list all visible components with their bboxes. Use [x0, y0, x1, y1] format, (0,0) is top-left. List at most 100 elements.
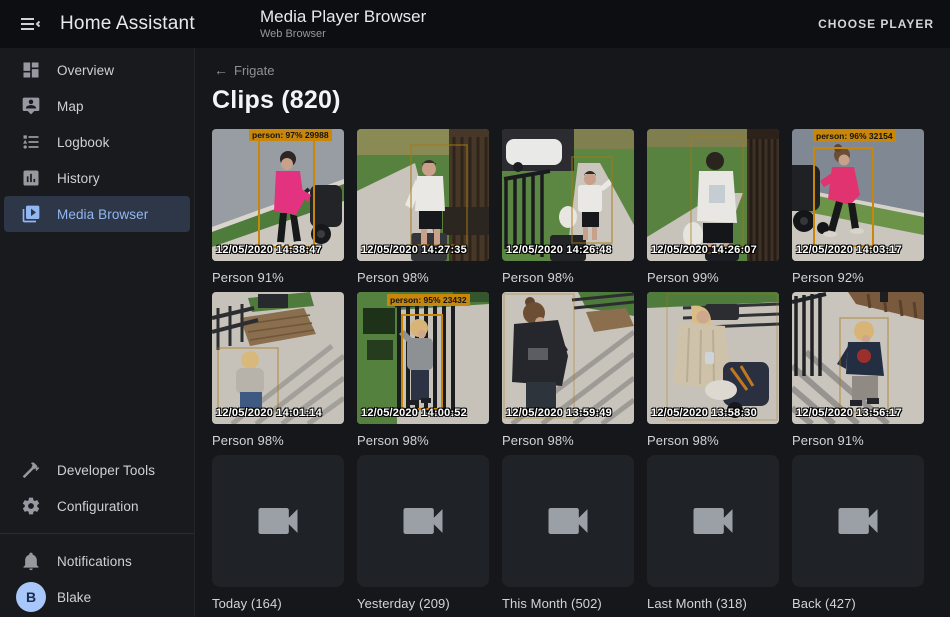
sidebar-divider [0, 533, 194, 534]
clip-timestamp: 12/05/2020 13:56:17 [796, 407, 902, 419]
clip-thumbnail: 12/05/2020 13:59:49 [502, 292, 634, 424]
clip-timestamp: 12/05/2020 14:27:35 [361, 244, 467, 256]
sidebar-item-logbook[interactable]: Logbook [4, 124, 190, 160]
sidebar-item-label: History [57, 171, 100, 186]
folder-thumbnail [792, 455, 924, 587]
clip-label: Person 98% [502, 433, 634, 448]
clip-label: Person 98% [357, 433, 489, 448]
clip-thumbnail-illustration [647, 129, 779, 261]
detection-label: person: 96% 32154 [813, 130, 896, 142]
videocam-icon [542, 495, 594, 547]
clip-card[interactable]: 12/05/2020 14:01:14 Person 98% [212, 292, 344, 448]
page-title: Clips (820) [212, 86, 950, 115]
sidebar-item-overview[interactable]: Overview [4, 52, 190, 88]
clip-label: Person 99% [647, 270, 779, 285]
folder-thumbnail [647, 455, 779, 587]
clip-card[interactable]: 12/05/2020 14:26:07 Person 99% [647, 129, 779, 285]
clip-label: Person 98% [357, 270, 489, 285]
clip-thumbnail-illustration [502, 129, 634, 261]
clips-grid: person: 97% 29988 12/05/2020 14:38:47 Pe… [212, 129, 924, 611]
folder-thumbnail [357, 455, 489, 587]
folder-label: This Month (502) [502, 596, 634, 611]
clip-thumbnail: 12/05/2020 14:27:35 [357, 129, 489, 261]
detection-box [813, 147, 874, 247]
clip-timestamp: 12/05/2020 14:26:48 [506, 244, 612, 256]
clip-thumbnail: 12/05/2020 13:56:17 [792, 292, 924, 424]
clip-card[interactable]: 12/05/2020 13:56:17 Person 91% [792, 292, 924, 448]
folder-thumbnail [502, 455, 634, 587]
clip-thumbnail-illustration [212, 292, 344, 424]
sidebar-item-label: Configuration [57, 499, 139, 514]
chart-box-icon [21, 168, 41, 188]
sidebar-item-notifications[interactable]: Notifications [4, 543, 190, 579]
folder-card-this-month[interactable]: This Month (502) [502, 455, 634, 611]
detection-box [401, 314, 443, 410]
folder-label: Back (427) [792, 596, 924, 611]
clip-card[interactable]: person: 97% 29988 12/05/2020 14:38:47 Pe… [212, 129, 344, 285]
clip-card[interactable]: 12/05/2020 13:59:49 Person 98% [502, 292, 634, 448]
folder-card-yesterday[interactable]: Yesterday (209) [357, 455, 489, 611]
detection-box [258, 136, 315, 248]
clip-timestamp: 12/05/2020 14:00:52 [361, 407, 467, 419]
sidebar-item-developer-tools[interactable]: Developer Tools [4, 452, 190, 488]
page-heading: Media Player Browser Web Browser [260, 6, 426, 41]
clip-thumbnail: 12/05/2020 14:26:48 [502, 129, 634, 261]
clip-card[interactable]: 12/05/2020 14:26:48 Person 98% [502, 129, 634, 285]
page-heading-title: Media Player Browser [260, 6, 426, 27]
list-bulleted-icon [21, 132, 41, 152]
hammer-icon [21, 460, 41, 480]
gear-icon [21, 496, 41, 516]
tooltip-account-icon [21, 96, 41, 116]
clip-card[interactable]: person: 95% 23432 12/05/2020 14:00:52 Pe… [357, 292, 489, 448]
folder-label: Today (164) [212, 596, 344, 611]
clip-timestamp: 12/05/2020 13:59:49 [506, 407, 612, 419]
clip-label: Person 98% [502, 270, 634, 285]
videocam-icon [397, 495, 449, 547]
clip-card[interactable]: 12/05/2020 13:58:30 Person 98% [647, 292, 779, 448]
clip-thumbnail: person: 95% 23432 12/05/2020 14:00:52 [357, 292, 489, 424]
clip-thumbnail: 12/05/2020 13:58:30 [647, 292, 779, 424]
choose-player-button[interactable]: CHOOSE PLAYER [818, 0, 934, 48]
clip-label: Person 98% [647, 433, 779, 448]
app-title: Home Assistant [60, 13, 195, 35]
sidebar-item-configuration[interactable]: Configuration [4, 488, 190, 524]
clip-timestamp: 12/05/2020 13:58:30 [651, 407, 757, 419]
detection-label: person: 95% 23432 [387, 294, 470, 306]
videocam-icon [832, 495, 884, 547]
sidebar-item-media-browser[interactable]: Media Browser [4, 196, 190, 232]
view-dashboard-icon [21, 60, 41, 80]
clip-label: Person 91% [212, 270, 344, 285]
breadcrumb[interactable]: ← Frigate [214, 62, 274, 78]
detection-label: person: 97% 29988 [249, 129, 332, 141]
user-name: Blake [57, 590, 91, 605]
clip-timestamp: 12/05/2020 14:03:17 [796, 244, 902, 256]
folder-card-last-month[interactable]: Last Month (318) [647, 455, 779, 611]
clip-timestamp: 12/05/2020 14:01:14 [216, 407, 322, 419]
clip-thumbnail: person: 97% 29988 12/05/2020 14:38:47 [212, 129, 344, 261]
clip-thumbnail-illustration [357, 129, 489, 261]
sidebar-item-map[interactable]: Map [4, 88, 190, 124]
sidebar-item-history[interactable]: History [4, 160, 190, 196]
clip-thumbnail-illustration [502, 292, 634, 424]
sidebar-item-user[interactable]: B Blake [4, 579, 190, 615]
clip-label: Person 92% [792, 270, 924, 285]
folder-label: Yesterday (209) [357, 596, 489, 611]
media-browser-content: ← Frigate Clips (820) [196, 48, 950, 617]
clip-card[interactable]: 12/05/2020 14:27:35 Person 98% [357, 129, 489, 285]
clip-label: Person 91% [792, 433, 924, 448]
folder-card-today[interactable]: Today (164) [212, 455, 344, 611]
sidebar-item-label: Notifications [57, 554, 132, 569]
sidebar-toggle-button[interactable] [10, 4, 50, 44]
clip-card[interactable]: person: 96% 32154 12/05/2020 14:03:17 Pe… [792, 129, 924, 285]
clip-label: Person 98% [212, 433, 344, 448]
page-heading-subtitle: Web Browser [260, 27, 426, 41]
clip-timestamp: 12/05/2020 14:26:07 [651, 244, 757, 256]
sidebar-item-label: Map [57, 99, 84, 114]
back-arrow-icon: ← [214, 62, 228, 78]
folder-card-back[interactable]: Back (427) [792, 455, 924, 611]
sidebar-item-label: Overview [57, 63, 114, 78]
sidebar-item-label: Logbook [57, 135, 110, 150]
sidebar-item-label: Developer Tools [57, 463, 155, 478]
clip-thumbnail-illustration [792, 292, 924, 424]
videocam-icon [252, 495, 304, 547]
